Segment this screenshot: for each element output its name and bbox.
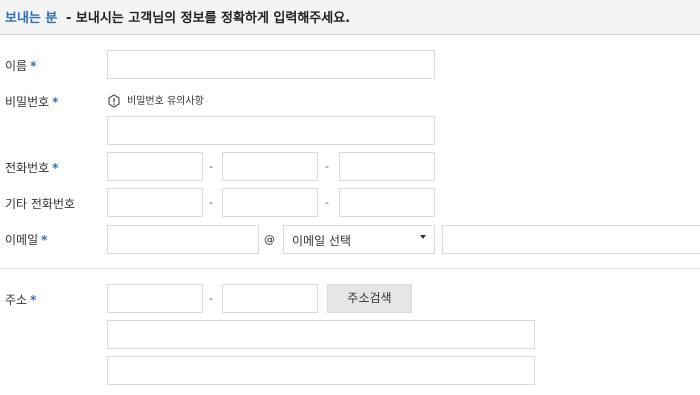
required-mark: * [52,161,59,175]
other-phone-input-3[interactable] [339,188,435,217]
address-label: 주소 * [5,293,37,307]
section-title: 보내는 분 [5,11,58,26]
phone-label: 전화번호 * [5,161,59,175]
required-mark: * [52,95,59,109]
address-line-1-input[interactable] [107,320,535,349]
phone-input-2[interactable] [222,152,318,181]
email-id-input[interactable] [107,225,259,254]
email-label: 이메일 * [5,233,48,247]
phone-dash-2: - [325,160,329,173]
exclamation-hexagon-icon [108,94,120,108]
zip-dash: - [209,292,213,305]
name-input[interactable] [107,50,435,79]
zip-input-2[interactable] [222,284,318,313]
email-domain-input[interactable] [442,225,700,254]
phone-input-1[interactable] [107,152,203,181]
name-label: 이름 * [5,59,37,73]
required-mark: * [30,293,37,307]
address-search-button[interactable]: 주소검색 [327,284,412,313]
required-mark: * [41,233,48,247]
caret-down-icon [420,235,426,239]
email-domain-select[interactable]: 이메일 선택 [283,225,435,254]
other-phone-dash-2: - [325,196,329,209]
other-phone-input-2[interactable] [222,188,318,217]
password-label: 비밀번호 * [5,95,59,109]
required-mark: * [30,59,37,73]
zip-input-1[interactable] [107,284,203,313]
section-divider [0,268,700,269]
other-phone-label: 기타 전화번호 [5,197,76,211]
section-header: 보내는 분 - 보내시는 고객님의 정보를 정확하게 입력해주세요. [0,0,700,35]
other-phone-dash-1: - [209,196,213,209]
phone-dash-1: - [209,160,213,173]
section-description: - 보내시는 고객님의 정보를 정확하게 입력해주세요. [66,11,351,26]
password-note[interactable]: 비밀번호 유의사항 [107,92,204,108]
at-sign: @ [264,233,275,246]
other-phone-input-1[interactable] [107,188,203,217]
address-line-2-input[interactable] [107,356,535,385]
phone-input-3[interactable] [339,152,435,181]
password-input[interactable] [107,116,435,145]
